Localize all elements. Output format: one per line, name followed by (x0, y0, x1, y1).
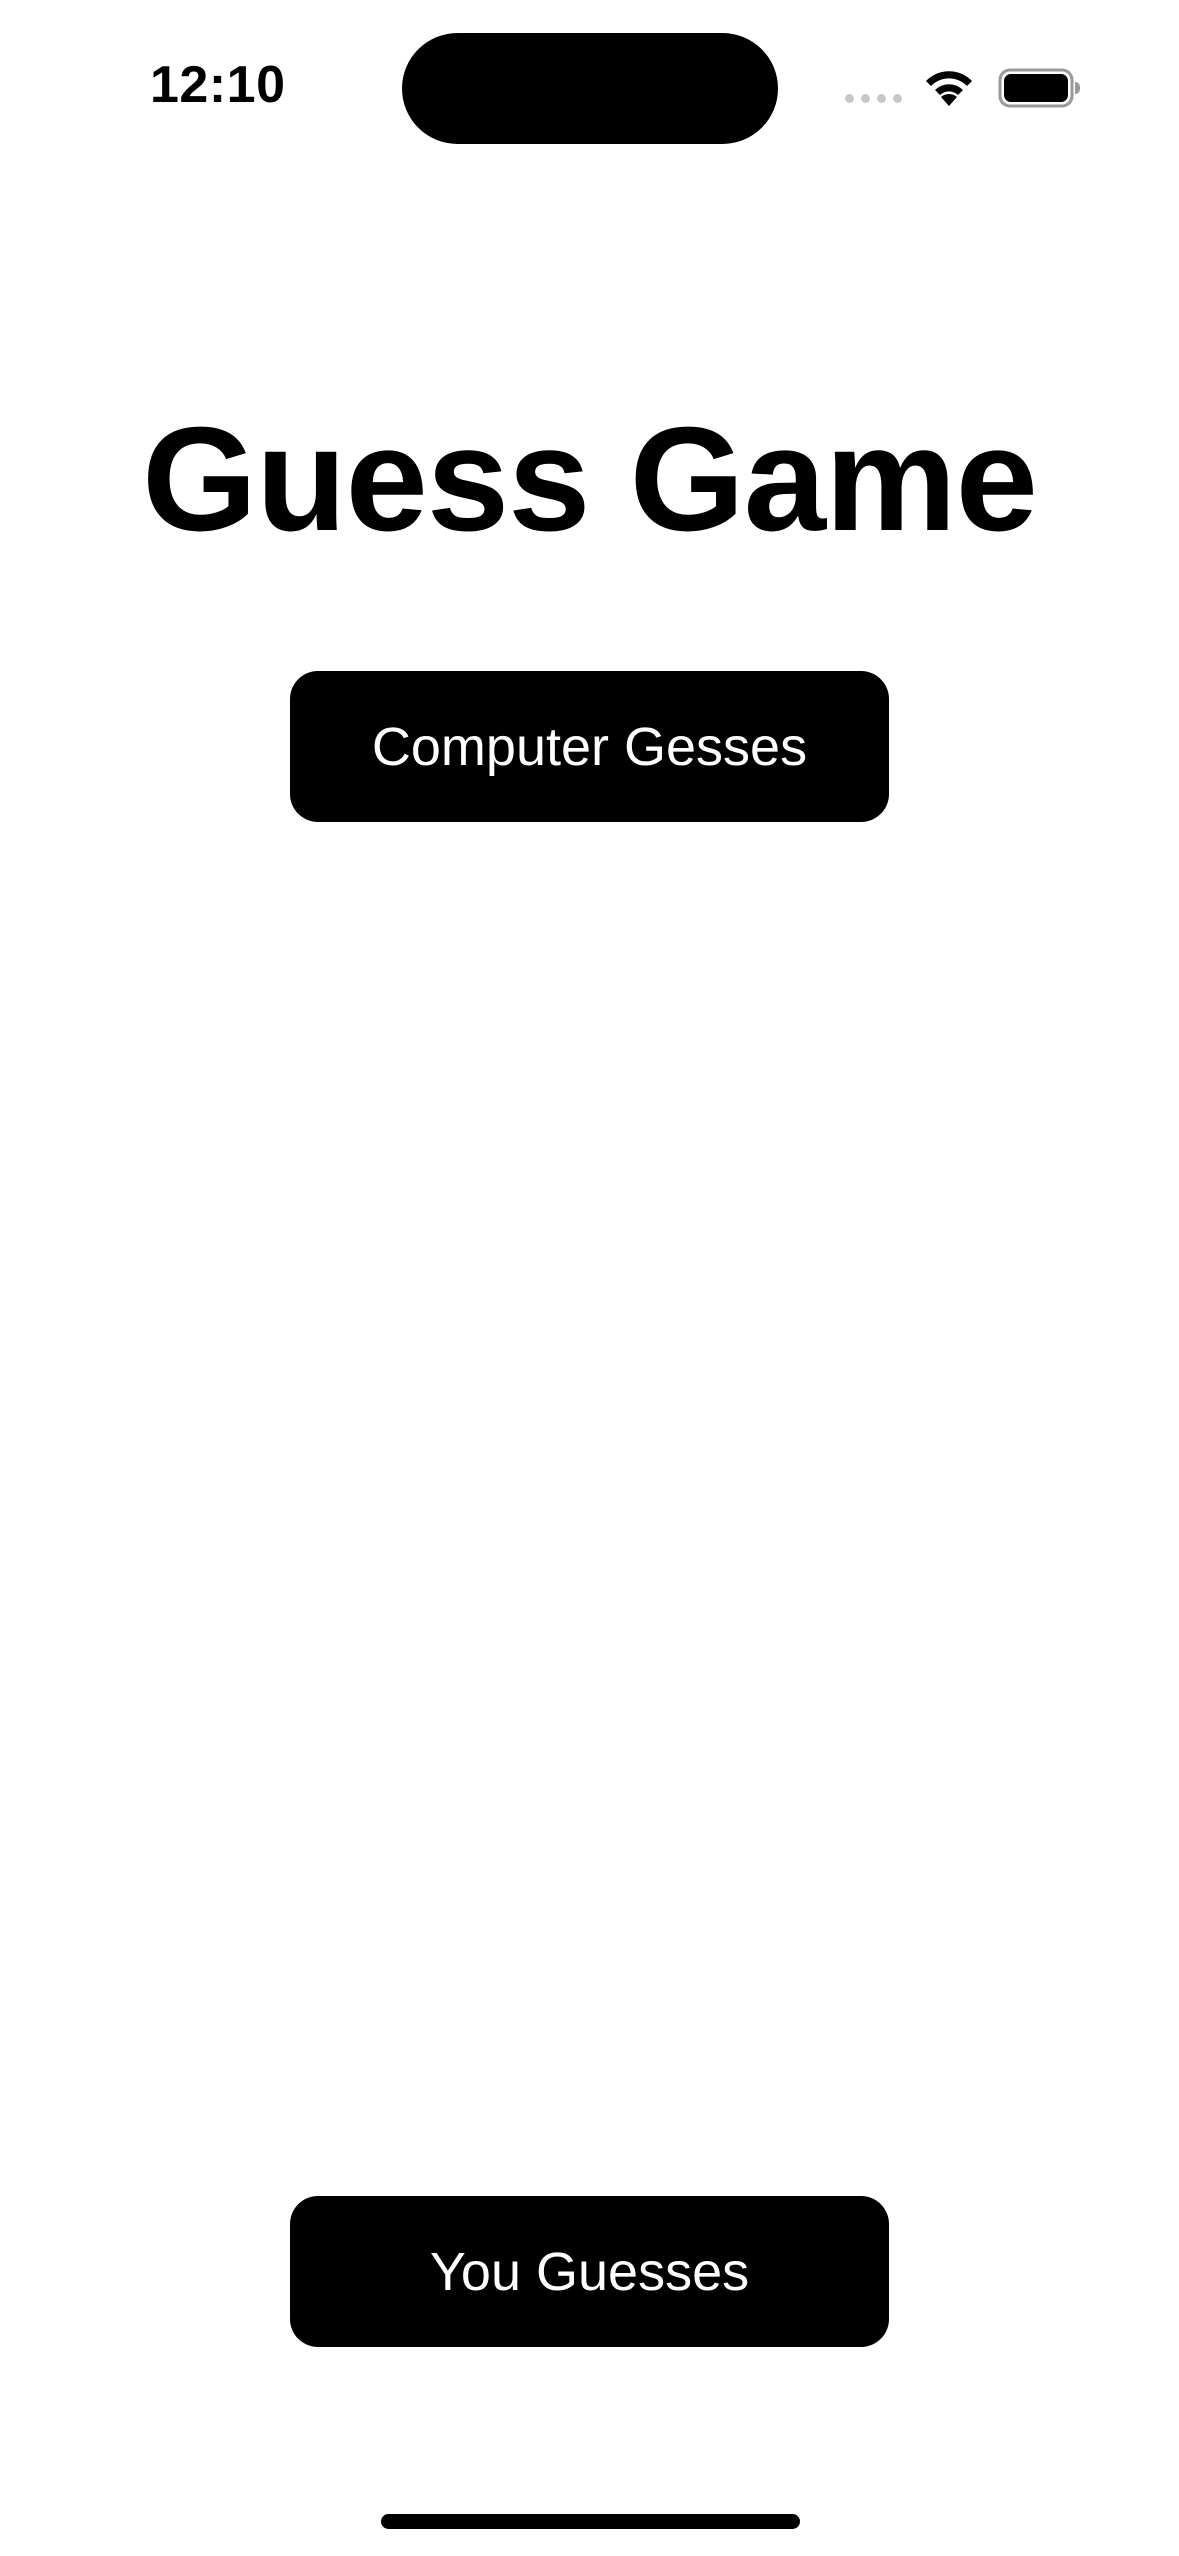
dynamic-island (402, 33, 778, 144)
wifi-icon (926, 71, 972, 106)
status-bar: 12:10 (0, 0, 1179, 170)
status-time: 12:10 (150, 56, 286, 114)
cellular-signal-icon (845, 94, 902, 103)
computer-guesses-button[interactable]: Computer Gesses (290, 671, 889, 822)
home-indicator[interactable] (381, 2514, 800, 2529)
page-title: Guess Game (142, 397, 1038, 562)
you-guess-button[interactable]: You Guesses (290, 2196, 889, 2347)
battery-icon (998, 68, 1080, 108)
